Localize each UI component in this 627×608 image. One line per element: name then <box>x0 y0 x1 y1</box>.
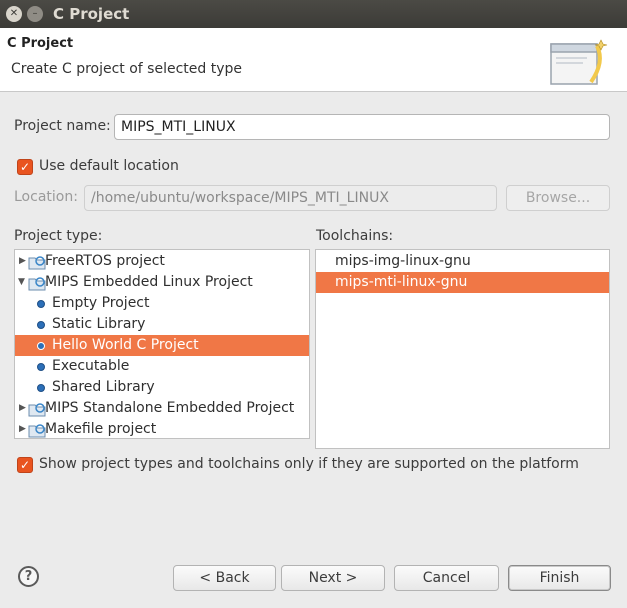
expand-arrow-icon[interactable]: ▶ <box>19 398 26 419</box>
tree-item-makefile-project[interactable]: ▶ Makefile project <box>15 419 309 438</box>
project-template-icon <box>37 321 45 329</box>
project-template-icon <box>37 342 45 350</box>
toolchains-list[interactable]: mips-img-linux-gnu mips-mti-linux-gnu <box>315 249 610 449</box>
project-folder-icon <box>28 256 46 270</box>
tree-item-empty-project[interactable]: Empty Project <box>15 293 309 314</box>
cancel-button[interactable]: Cancel <box>394 565 499 591</box>
project-folder-icon <box>28 424 46 438</box>
project-folder-icon <box>28 403 46 417</box>
project-type-tree[interactable]: ▶ FreeRTOS project ▼ MIPS Embedded Linux… <box>14 249 310 439</box>
wizard-banner: C Project Create C project of selected t… <box>0 28 627 92</box>
c-project-dialog: ✕ – C Project C Project Create C project… <box>0 0 627 608</box>
use-default-location-checkbox[interactable]: ✓ <box>17 159 33 175</box>
toolchain-item-mips-mti-linux-gnu[interactable]: mips-mti-linux-gnu <box>316 272 609 293</box>
new-project-wizard-icon <box>550 39 608 85</box>
tree-item-mips-embedded-linux-project[interactable]: ▼ MIPS Embedded Linux Project <box>15 272 309 293</box>
project-template-icon <box>37 384 45 392</box>
use-default-location-label: Use default location <box>39 158 179 174</box>
finish-button[interactable]: Finish <box>508 565 611 591</box>
show-supported-only-label: Show project types and toolchains only i… <box>39 456 579 472</box>
project-template-icon <box>37 300 45 308</box>
tree-item-freertos-project[interactable]: ▶ FreeRTOS project <box>15 251 309 272</box>
project-name-input[interactable]: MIPS_MTI_LINUX <box>114 114 610 140</box>
collapse-arrow-icon[interactable]: ▼ <box>18 272 25 293</box>
toolchain-item-mips-img-linux-gnu[interactable]: mips-img-linux-gnu <box>316 251 609 272</box>
expand-arrow-icon[interactable]: ▶ <box>19 419 26 438</box>
tree-item-shared-library[interactable]: Shared Library <box>15 377 309 398</box>
project-type-label: Project type: <box>14 228 103 244</box>
project-name-label: Project name: <box>14 118 111 134</box>
tree-item-static-library[interactable]: Static Library <box>15 314 309 335</box>
tree-item-mips-standalone-embedded-project[interactable]: ▶ MIPS Standalone Embedded Project <box>15 398 309 419</box>
toolchains-label: Toolchains: <box>316 228 394 244</box>
show-supported-only-checkbox[interactable]: ✓ <box>17 457 33 473</box>
banner-title: C Project <box>7 36 74 51</box>
next-button[interactable]: Next > <box>281 565 385 591</box>
back-button[interactable]: < Back <box>173 565 276 591</box>
close-window-icon[interactable]: ✕ <box>6 6 22 22</box>
tree-item-hello-world-c-project[interactable]: Hello World C Project <box>15 335 309 356</box>
title-bar: ✕ – C Project <box>0 0 627 28</box>
project-folder-icon <box>28 277 46 291</box>
tree-item-executable[interactable]: Executable <box>15 356 309 377</box>
window-title: C Project <box>53 5 130 23</box>
browse-button[interactable]: Browse... <box>506 185 610 211</box>
help-icon[interactable]: ? <box>18 566 39 587</box>
minimize-window-icon[interactable]: – <box>27 6 43 22</box>
location-label: Location: <box>14 189 78 205</box>
banner-description: Create C project of selected type <box>11 61 242 77</box>
expand-arrow-icon[interactable]: ▶ <box>19 251 26 272</box>
project-template-icon <box>37 363 45 371</box>
location-input: /home/ubuntu/workspace/MIPS_MTI_LINUX <box>84 185 497 211</box>
